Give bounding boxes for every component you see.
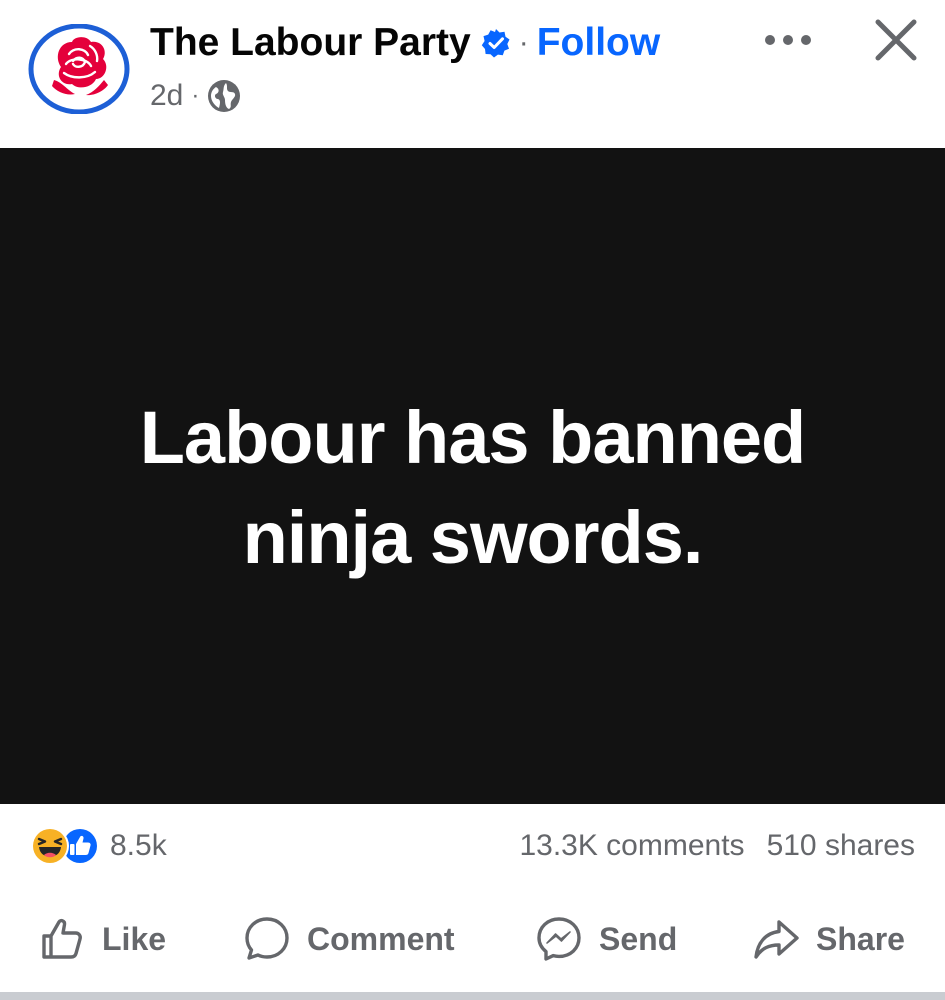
like-icon — [42, 918, 82, 959]
post-timestamp[interactable]: 2d — [150, 79, 183, 113]
messenger-icon — [537, 917, 581, 961]
engagement-counts: 13.3K comments 510 shares — [519, 824, 915, 868]
post-image[interactable]: Labour has banned ninja swords. — [0, 148, 945, 804]
page-name-row: The Labour Party · Follow — [150, 18, 660, 68]
reaction-count: 8.5k — [110, 829, 167, 862]
post-image-text: Labour has banned ninja swords. — [0, 388, 945, 588]
post-action-bar: Like Comment Send Share — [0, 888, 945, 992]
post-text-line-1: Labour has banned — [139, 396, 807, 479]
shares-count[interactable]: 510 shares — [767, 829, 915, 863]
post-header: The Labour Party · Follow 2d · — [0, 0, 945, 148]
comments-count[interactable]: 13.3K comments — [519, 829, 744, 863]
verified-badge-icon — [481, 29, 510, 58]
comment-label: Comment — [307, 920, 455, 957]
share-button[interactable]: Share — [752, 914, 905, 964]
send-label: Send — [599, 920, 678, 957]
haha-reaction-icon — [31, 827, 69, 865]
like-button[interactable]: Like — [38, 914, 166, 964]
comment-icon — [245, 917, 289, 960]
post-stats: 8.5k 13.3K comments 510 shares — [0, 804, 945, 888]
post-text-line-2: ninja swords. — [242, 496, 704, 579]
comment-button[interactable]: Comment — [243, 914, 455, 964]
like-label: Like — [102, 920, 167, 957]
share-icon — [754, 920, 799, 959]
page-avatar[interactable] — [28, 24, 130, 114]
follow-button[interactable]: Follow — [537, 21, 660, 65]
globe-icon[interactable] — [207, 79, 241, 113]
close-icon[interactable] — [873, 17, 919, 63]
share-label: Share — [816, 920, 905, 957]
meta-separator: · — [191, 82, 200, 109]
more-horizontal-icon[interactable] — [762, 20, 814, 60]
reactions-summary[interactable]: 8.5k — [30, 824, 167, 868]
name-separator: · — [518, 26, 529, 59]
post-meta: 2d · — [150, 76, 241, 116]
page-name[interactable]: The Labour Party — [150, 21, 471, 65]
feed-divider — [0, 992, 945, 1000]
send-button[interactable]: Send — [535, 914, 677, 964]
